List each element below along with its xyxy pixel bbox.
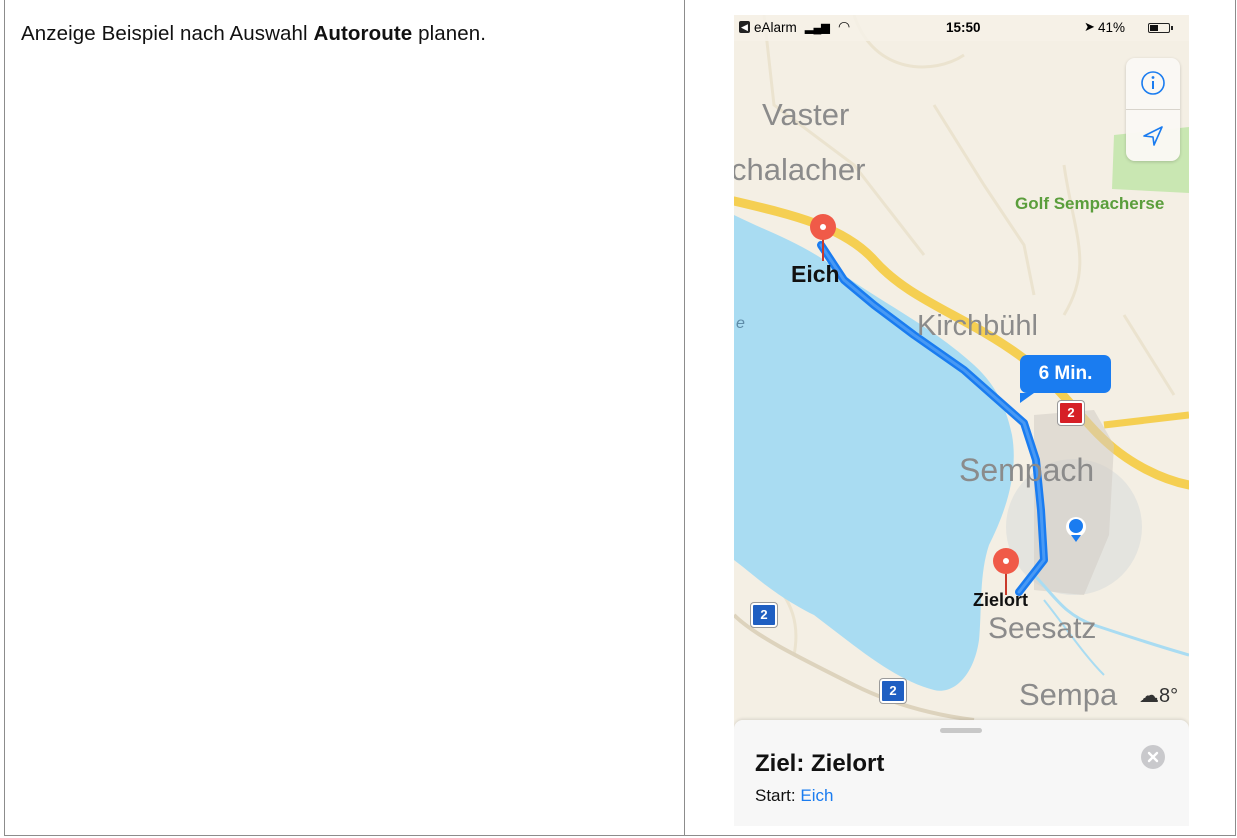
map-label-kirchbuehl: Kirchbühl — [917, 310, 1038, 342]
map-label-edge: e — [736, 315, 745, 332]
map-label-vaster: Vaster — [762, 97, 850, 132]
location-arrow-icon — [1143, 126, 1163, 146]
map-label-seesatz: Seesatz — [988, 612, 1097, 645]
sheet-start-line: Start: Eich — [755, 786, 833, 806]
status-time: 15:50 — [946, 20, 981, 35]
location-arrow-icon: ➤ — [1084, 19, 1095, 34]
status-bar: ◀ eAlarm ▂▄▆ ◠ 15:50 ➤ 41% — [734, 15, 1189, 41]
battery-icon — [1148, 23, 1173, 33]
map-label-sempa: Sempa — [1019, 677, 1118, 712]
info-icon — [1141, 71, 1165, 95]
sheet-close-button[interactable] — [1141, 745, 1165, 769]
sheet-title: Ziel: Zielort — [755, 750, 885, 777]
battery-percent: 41% — [1098, 20, 1126, 35]
road-shield-blue-bottom: 2 — [880, 679, 906, 703]
caption-bold-term: Autoroute — [313, 22, 413, 45]
table-column-divider — [684, 0, 685, 836]
map-info-button[interactable] — [1126, 58, 1180, 109]
track-location-button[interactable] — [1126, 110, 1180, 161]
caption-prefix: Anzeige Beispiel nach Auswahl — [21, 22, 314, 45]
weather-indicator: ☁8° — [1139, 683, 1178, 708]
back-to-app-icon[interactable]: ◀ — [739, 21, 750, 33]
road-shield-blue-left: 2 — [751, 603, 777, 627]
map-label-chalacher: chalacher — [734, 152, 866, 187]
map-label-sempach: Sempach — [959, 452, 1095, 488]
caption-suffix: planen. — [412, 22, 487, 45]
sheet-grabber[interactable] — [940, 728, 982, 733]
instruction-caption: Anzeige Beispiel nach Auswahl Autoroute … — [21, 22, 486, 46]
route-time-bubble[interactable]: 6 Min. — [1020, 355, 1111, 403]
map-label-eich: Eich — [791, 261, 840, 287]
map-canvas[interactable] — [734, 15, 1189, 826]
weather-temperature: 8° — [1159, 685, 1179, 707]
phone-screenshot: ◀ eAlarm ▂▄▆ ◠ 15:50 ➤ 41% Vaster chalac… — [734, 15, 1189, 826]
close-icon — [1147, 751, 1159, 763]
map-label-golf: Golf Sempacherse — [1015, 194, 1165, 213]
start-link[interactable]: Eich — [800, 786, 833, 805]
road-shield-red: 2 — [1058, 401, 1084, 425]
map-controls — [1126, 58, 1180, 161]
start-label: Start: — [755, 786, 796, 805]
wifi-icon: ◠ — [838, 18, 851, 34]
cloud-icon: ☁ — [1139, 685, 1159, 707]
status-app-name[interactable]: eAlarm — [754, 20, 797, 35]
signal-icon: ▂▄▆ — [805, 22, 830, 34]
map-label-zielort: Zielort — [973, 590, 1029, 610]
destination-sheet[interactable]: Ziel: Zielort Start: Eich — [734, 720, 1189, 826]
